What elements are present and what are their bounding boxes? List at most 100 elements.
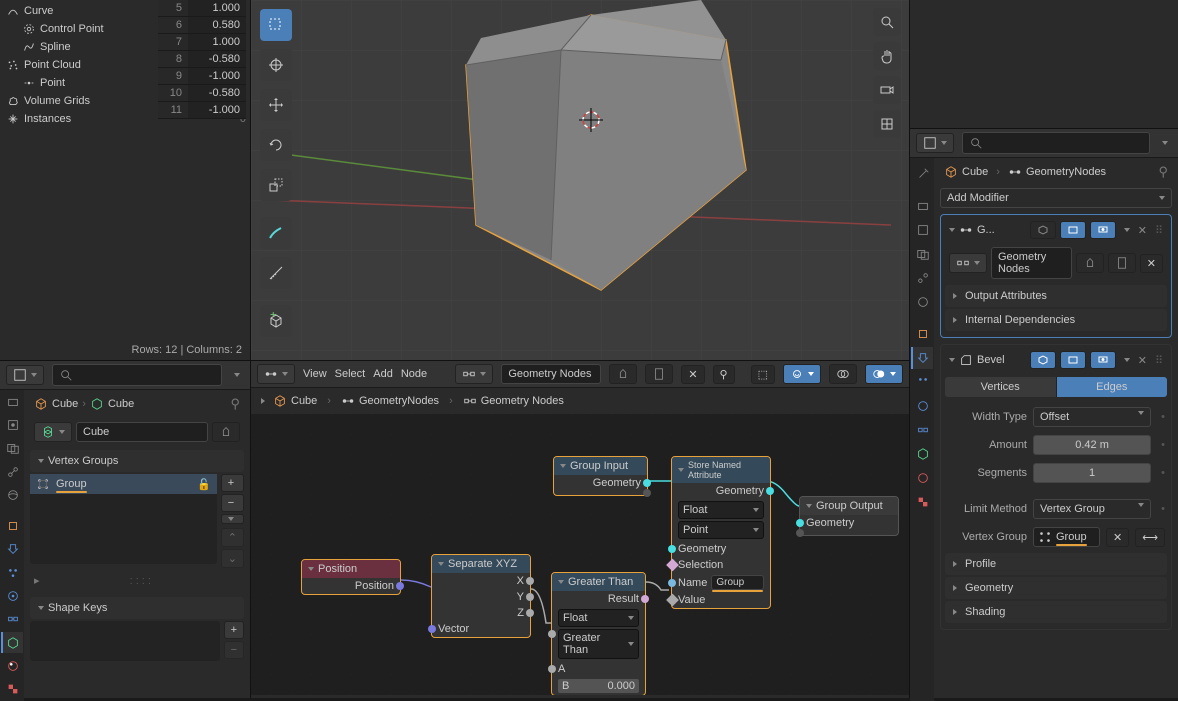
bevel-affect[interactable]: Vertices Edges [945,377,1167,397]
tool-cursor[interactable] [260,49,292,81]
lock-icon[interactable]: 🔓 [197,478,211,491]
menu-select[interactable]: Select [335,368,366,380]
anim-dot[interactable]: • [1161,411,1165,423]
vg-add[interactable]: + [221,474,244,492]
tab-physics[interactable] [1,585,23,606]
tab-scene[interactable] [1,461,23,482]
gn-delete[interactable]: ✕ [1138,224,1147,237]
gn-editmode-icon[interactable] [1030,221,1056,239]
options2[interactable] [1162,141,1168,145]
gn-collapse[interactable] [949,228,955,232]
gn-output-attrs[interactable]: Output Attributes [945,285,1167,307]
gn-fake-user[interactable] [1076,253,1104,273]
bevel-profile[interactable]: Profile [945,553,1167,575]
fake-user-toggle[interactable] [212,422,240,442]
ptab-constraints[interactable] [911,419,933,441]
nodetree-name[interactable]: Geometry Nodes [501,364,601,384]
gn-realtime-icon[interactable] [1060,221,1086,239]
menu-view[interactable]: View [303,368,327,380]
snap-icon[interactable] [783,364,821,384]
ptab-viewlayer[interactable] [911,243,933,265]
bv-drag[interactable]: ⠿ [1155,354,1163,367]
ptab-particles[interactable] [911,371,933,393]
editor-type-nodes[interactable] [257,364,295,384]
tab-viewlayer[interactable] [1,438,23,459]
expand-arrow[interactable]: ▸ [34,574,40,587]
gn-render-icon[interactable] [1090,221,1116,239]
menu-node[interactable]: Node [401,368,427,380]
ptab-data[interactable] [911,443,933,465]
gn-extras[interactable] [1124,228,1130,232]
ptab-world[interactable] [911,291,933,313]
props2-search[interactable] [962,132,1150,154]
sna-domain[interactable]: Point [678,521,764,539]
tab-texture[interactable] [1,679,23,700]
options-dropdown[interactable] [234,373,240,377]
editor-type-props2[interactable] [916,133,954,153]
gn-unlink[interactable]: ✕ [1140,254,1163,273]
pan-icon[interactable] [873,42,901,70]
gt-op[interactable]: Greater Than [558,629,639,659]
bevel-vertex-group[interactable]: Group [1033,527,1100,547]
bv-realtime-icon[interactable] [1060,351,1086,369]
gn-tree-browse[interactable] [949,253,987,273]
parent-tree-icon[interactable]: ⬚ [751,365,775,384]
sk-add[interactable]: + [224,621,244,639]
tool-select[interactable] [260,9,292,41]
tab-data[interactable] [1,632,23,653]
nodetree-browse[interactable] [455,364,493,384]
tool-measure[interactable] [260,257,292,289]
gn-drag[interactable]: ⠿ [1155,224,1163,237]
tool-annotate[interactable] [260,217,292,249]
ptab-object[interactable] [911,323,933,345]
tab-material[interactable] [1,655,23,676]
bevel-shading[interactable]: Shading [945,601,1167,623]
vertex-groups-header[interactable]: Vertex Groups [30,450,244,472]
new-nodetree-icon[interactable] [645,364,673,384]
vg-move-up[interactable]: ⌃ [221,528,244,547]
ptab-tool[interactable] [911,163,933,185]
tool-scale[interactable] [260,169,292,201]
bevel-segments[interactable]: 1 [1033,463,1151,483]
limit-method[interactable]: Vertex Group [1033,499,1151,519]
vg-clear[interactable]: ✕ [1106,528,1129,547]
props-search[interactable] [52,364,222,386]
bv-collapse[interactable] [949,358,955,362]
pin-icon[interactable]: ⚲ [713,365,735,384]
tab-particles[interactable] [1,562,23,583]
bevel-amount[interactable]: 0.42 m [1033,435,1151,455]
tab-modifiers[interactable] [1,539,23,560]
tool-add-cube[interactable]: + [260,305,292,337]
gt-type[interactable]: Float [558,609,639,627]
bv-extras[interactable] [1124,358,1130,362]
vg-move-down[interactable]: ⌄ [221,549,244,568]
ptab-render[interactable] [911,195,933,217]
menu-add[interactable]: Add [373,368,393,380]
ptab-physics[interactable] [911,395,933,417]
node-store-named-attr[interactable]: Store Named Attribute Geometry Float Poi… [671,456,771,609]
ptab-output[interactable] [911,219,933,241]
vg-remove[interactable]: − [221,494,244,512]
sna-dtype[interactable]: Float [678,501,764,519]
tab-object[interactable] [1,515,23,536]
zoom-icon[interactable] [873,8,901,36]
node-group-input[interactable]: Group Input Geometry [553,456,648,496]
ptab-texture[interactable] [911,491,933,513]
node-canvas[interactable]: Position Position Separate XYZ X Y Z Vec… [251,414,909,695]
node-greater-than[interactable]: Greater Than Result Float Greater Than A… [551,572,646,695]
bv-delete[interactable]: ✕ [1138,354,1147,367]
add-modifier[interactable]: Add Modifier [940,188,1172,208]
sk-remove[interactable]: − [224,641,244,659]
overlay2-icon[interactable] [865,364,903,384]
ptab-modifiers[interactable] [911,347,933,369]
gt-b-value[interactable]: B0.000 [558,679,639,693]
tool-move[interactable] [260,89,292,121]
bv-editmode-icon[interactable] [1030,351,1056,369]
fake-user-icon[interactable] [609,364,637,384]
bv-name[interactable]: Bevel [977,354,1005,366]
tool-rotate[interactable] [260,129,292,161]
node-position[interactable]: Position Position [301,559,401,595]
crumb-tree[interactable]: Geometry Nodes [481,395,564,407]
gn-tree-name[interactable]: Geometry Nodes [991,247,1072,279]
unlink-icon[interactable]: ✕ [681,365,704,384]
